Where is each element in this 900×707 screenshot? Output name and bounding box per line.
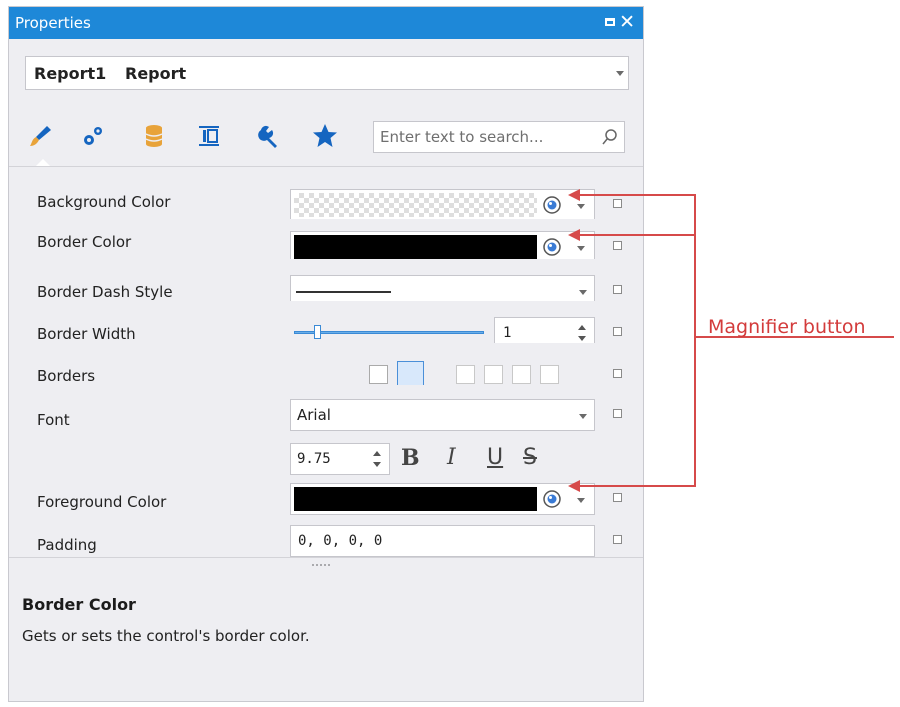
close-icon[interactable]: ✕ xyxy=(619,11,635,33)
reset-icon[interactable] xyxy=(613,199,622,208)
property-label: Font xyxy=(37,411,70,429)
callout-line xyxy=(694,194,696,487)
spin-down-icon[interactable] xyxy=(578,336,586,341)
window-title: Properties xyxy=(15,14,91,32)
property-label: Border Color xyxy=(37,233,132,251)
border-left-button[interactable] xyxy=(456,365,475,384)
padding-editor[interactable]: 0, 0, 0, 0 xyxy=(290,525,595,557)
strikeout-button[interactable]: S xyxy=(523,445,537,470)
search-placeholder: Enter text to search... xyxy=(380,128,544,146)
properties-panel: Properties ✕ Report1 Report Enter text t… xyxy=(8,6,644,702)
underline-button[interactable]: U xyxy=(487,445,503,470)
property-label: Border Width xyxy=(37,325,136,343)
spin-down-icon[interactable] xyxy=(373,462,381,467)
reset-icon[interactable] xyxy=(613,241,622,250)
font-name-value: Arial xyxy=(297,406,331,424)
tab-favorites[interactable] xyxy=(308,119,342,153)
property-label: Borders xyxy=(37,367,96,385)
reset-icon[interactable] xyxy=(613,327,622,336)
spin-up-icon[interactable] xyxy=(578,325,586,330)
property-label: Border Dash Style xyxy=(37,283,173,301)
border-width-slider[interactable] xyxy=(294,331,484,334)
font-name-editor[interactable]: Arial xyxy=(290,399,595,431)
border-right-button[interactable] xyxy=(512,365,531,384)
star-icon xyxy=(313,124,337,147)
splitter-handle[interactable] xyxy=(311,563,331,568)
database-icon xyxy=(145,125,163,147)
chevron-down-icon[interactable] xyxy=(577,246,585,251)
chevron-down-icon[interactable] xyxy=(577,204,585,209)
property-grid: Background Color Border Color Border Das… xyxy=(9,166,643,558)
border-bottom-button[interactable] xyxy=(540,365,559,384)
padding-value: 0, 0, 0, 0 xyxy=(298,533,383,549)
wrench-icon xyxy=(258,125,277,148)
search-icon[interactable] xyxy=(602,128,618,146)
tab-layout[interactable] xyxy=(192,119,226,153)
callout-line xyxy=(576,485,696,487)
object-name: Report1 xyxy=(34,64,107,83)
tab-data[interactable] xyxy=(137,119,171,153)
callout-line xyxy=(576,194,696,196)
italic-button[interactable]: I xyxy=(447,445,456,470)
property-label: Background Color xyxy=(37,193,171,211)
magnifier-button[interactable] xyxy=(542,237,562,257)
border-top-button[interactable] xyxy=(484,365,503,384)
title-bar: Properties ✕ xyxy=(9,7,643,39)
font-size-spin[interactable]: 9.75 xyxy=(290,443,390,475)
magnifier-button[interactable] xyxy=(542,195,562,215)
foreground-color-editor[interactable] xyxy=(290,483,595,515)
font-size-value: 9.75 xyxy=(297,451,331,467)
chevron-down-icon[interactable] xyxy=(579,414,587,419)
border-none-button[interactable] xyxy=(369,365,388,384)
reset-icon[interactable] xyxy=(613,493,622,502)
description-title: Border Color xyxy=(22,595,136,614)
magnifier-button[interactable] xyxy=(542,489,562,509)
tab-design[interactable] xyxy=(252,119,286,153)
border-width-value: 1 xyxy=(503,325,512,341)
reset-icon[interactable] xyxy=(613,369,622,378)
maximize-icon[interactable] xyxy=(605,18,615,26)
color-swatch xyxy=(294,235,537,259)
description-text: Gets or sets the control's border color. xyxy=(22,627,310,645)
chevron-down-icon xyxy=(616,71,624,76)
reset-icon[interactable] xyxy=(613,285,622,294)
chevron-down-icon[interactable] xyxy=(579,290,587,295)
tab-behavior[interactable] xyxy=(76,119,110,153)
layout-icon xyxy=(199,126,219,146)
object-type: Report xyxy=(125,64,187,83)
property-label: Padding xyxy=(37,536,97,554)
property-label: Foreground Color xyxy=(37,493,167,511)
border-all-button[interactable] xyxy=(397,361,424,388)
bold-button[interactable]: B xyxy=(401,445,420,471)
callout-label: Magnifier button xyxy=(708,316,866,338)
object-selector[interactable]: Report1 Report xyxy=(25,56,629,90)
color-swatch xyxy=(294,487,537,511)
reset-icon[interactable] xyxy=(613,409,622,418)
reset-icon[interactable] xyxy=(613,535,622,544)
chevron-down-icon[interactable] xyxy=(577,498,585,503)
solid-line-preview xyxy=(296,291,391,293)
slider-handle[interactable] xyxy=(314,325,321,339)
arrowhead-icon xyxy=(568,229,580,241)
paintbrush-icon xyxy=(30,126,51,146)
tab-appearance[interactable] xyxy=(24,119,58,153)
search-input[interactable]: Enter text to search... xyxy=(373,121,625,153)
callout-line xyxy=(576,234,696,236)
gears-icon xyxy=(84,127,102,145)
color-swatch xyxy=(294,193,537,217)
spin-up-icon[interactable] xyxy=(373,451,381,456)
arrowhead-icon xyxy=(568,189,580,201)
background-color-editor[interactable] xyxy=(290,189,595,221)
arrowhead-icon xyxy=(568,480,580,492)
